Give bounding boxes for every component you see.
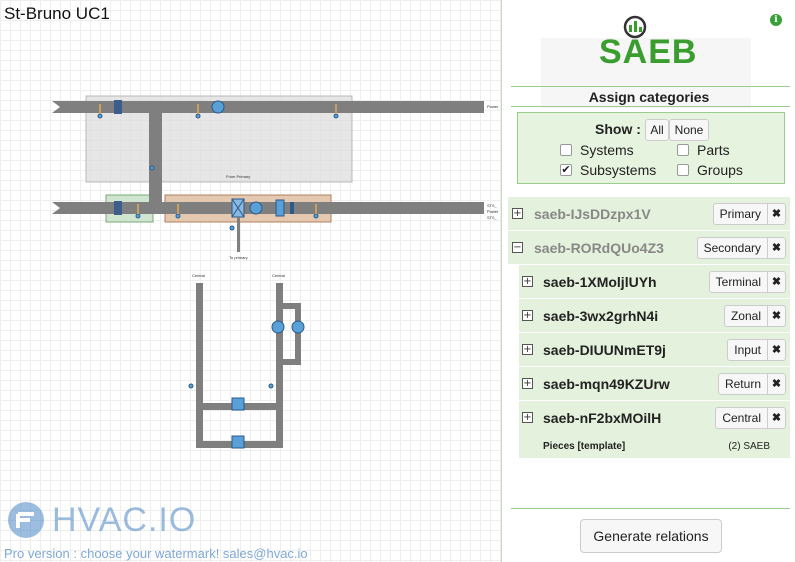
supply-pipe[interactable] — [237, 217, 240, 252]
pump-icon[interactable] — [271, 320, 285, 334]
category-tag[interactable]: Terminal — [708, 271, 768, 293]
label-from-primary: From Primary — [226, 174, 250, 179]
list-item[interactable]: + saeb-DIUUNmET9j Input ✖ — [519, 333, 790, 367]
list-item[interactable]: + saeb-1XMoljlUYh Terminal ✖ — [519, 265, 790, 299]
expand-icon[interactable]: + — [512, 208, 523, 219]
item-name: saeb-1XMoljlUYh — [543, 274, 657, 290]
category-tag[interactable]: Secondary — [696, 237, 768, 259]
watermark-pro-text: Pro version : choose your watermark! sal… — [4, 546, 308, 561]
vertical-duct[interactable] — [149, 113, 162, 208]
hvac-diagram[interactable]: From Primary To primary Central Central … — [0, 0, 502, 562]
fan-icon[interactable] — [249, 201, 263, 215]
collapse-icon[interactable]: − — [512, 242, 523, 253]
pump-icon[interactable] — [291, 320, 305, 334]
hydronic-loop[interactable] — [196, 283, 301, 448]
damper-icon[interactable] — [290, 202, 294, 214]
item-name: saeb-mqn49KZUrw — [543, 376, 670, 392]
checkbox-label: Groups — [697, 162, 743, 178]
expand-icon[interactable]: + — [522, 412, 533, 423]
boiler-icon[interactable] — [231, 397, 245, 411]
label-power-top: Power — [487, 104, 499, 109]
diagram-title: St-Bruno UC1 — [4, 4, 110, 23]
list-item[interactable]: + saeb-IJsDDzpx1V Primary ✖ — [508, 197, 790, 231]
remove-icon[interactable]: ✖ — [768, 407, 786, 429]
fan-icon[interactable] — [211, 100, 225, 114]
pieces-row: Pieces [template] (2) SAEB — [519, 434, 790, 458]
remove-icon[interactable]: ✖ — [768, 203, 786, 225]
label-to-primary: To primary — [229, 255, 248, 260]
divider — [511, 86, 790, 87]
show-filter: Show : All None Systems Parts ✔ Subsystem… — [517, 112, 785, 184]
watermark-text: HVAC.IO — [52, 500, 197, 539]
checkbox-box[interactable] — [560, 144, 572, 156]
filter-icon[interactable] — [114, 201, 122, 215]
remove-icon[interactable]: ✖ — [768, 373, 786, 395]
expand-icon[interactable]: + — [522, 276, 533, 287]
category-tag[interactable]: Primary — [712, 203, 768, 225]
pieces-label: Pieces [template] — [543, 441, 626, 452]
checkbox-label: Parts — [697, 142, 730, 158]
list-item[interactable]: + saeb-mqn49KZUrw Return ✖ — [519, 367, 790, 401]
item-name: saeb-nF2bxMOilH — [543, 410, 662, 426]
expand-icon[interactable]: + — [522, 310, 533, 321]
label-right-1: ST0_ — [487, 203, 497, 208]
remove-icon[interactable]: ✖ — [768, 339, 786, 361]
generate-relations-button[interactable]: Generate relations — [580, 519, 722, 553]
saeb-logo-text: SAEB — [599, 33, 698, 71]
label-central-right: Central — [272, 273, 285, 278]
remove-icon[interactable]: ✖ — [768, 305, 786, 327]
checkbox-box[interactable] — [677, 164, 689, 176]
item-name: saeb-DIUUNmET9j — [543, 342, 666, 358]
list-item[interactable]: + saeb-nF2bxMOilH Central ✖ — [519, 401, 790, 435]
category-tag[interactable]: Central — [715, 407, 768, 429]
checkbox-label: Systems — [580, 142, 634, 158]
list-item[interactable]: − saeb-RORdQUo4Z3 Secondary ✖ — [508, 231, 790, 265]
remove-icon[interactable]: ✖ — [768, 237, 786, 259]
label-central-left: Central — [192, 273, 205, 278]
list-item[interactable]: + saeb-3wx2grhN4i Zonal ✖ — [519, 299, 790, 333]
divider — [511, 508, 790, 509]
check-icon[interactable]: ✔ — [560, 164, 572, 176]
label-right-2: Power — [487, 209, 499, 214]
pieces-value: (2) SAEB — [728, 441, 770, 452]
category-tag[interactable]: Input — [727, 339, 768, 361]
hvacio-logo-icon — [8, 502, 44, 538]
diagram-canvas[interactable]: From Primary To primary Central Central … — [0, 0, 502, 562]
item-name: saeb-3wx2grhN4i — [543, 308, 659, 324]
boiler-icon[interactable] — [231, 435, 245, 449]
app-window: From Primary To primary Central Central … — [0, 0, 795, 562]
categories-panel: i SAEB Assign categories Show : All None… — [503, 0, 795, 562]
parts-checkbox[interactable]: Parts — [677, 142, 730, 158]
show-label: Show : — [595, 121, 641, 137]
show-none-button[interactable]: None — [669, 119, 709, 141]
filter-icon[interactable] — [114, 100, 122, 114]
systems-checkbox[interactable]: Systems — [560, 142, 634, 158]
label-right-3: ST0_ — [487, 215, 497, 220]
subsystems-checkbox[interactable]: ✔ Subsystems — [560, 162, 656, 178]
category-tag[interactable]: Zonal — [723, 305, 768, 327]
assign-heading: Assign categories — [588, 89, 710, 105]
checkbox-box[interactable] — [677, 144, 689, 156]
watermark-logo: HVAC.IO — [6, 500, 196, 540]
category-tag[interactable]: Return — [717, 373, 768, 395]
checkbox-label: Subsystems — [580, 162, 657, 178]
damper-icon[interactable] — [275, 199, 285, 217]
item-name: saeb-RORdQUo4Z3 — [534, 240, 664, 256]
info-icon[interactable]: i — [770, 14, 782, 26]
expand-icon[interactable]: + — [522, 344, 533, 355]
item-name: saeb-IJsDDzpx1V — [534, 206, 651, 222]
divider — [511, 106, 790, 107]
remove-icon[interactable]: ✖ — [768, 271, 786, 293]
saeb-logo: SAEB — [599, 15, 704, 71]
expand-icon[interactable]: + — [522, 378, 533, 389]
groups-checkbox[interactable]: Groups — [677, 162, 743, 178]
show-all-button[interactable]: All — [645, 119, 669, 141]
